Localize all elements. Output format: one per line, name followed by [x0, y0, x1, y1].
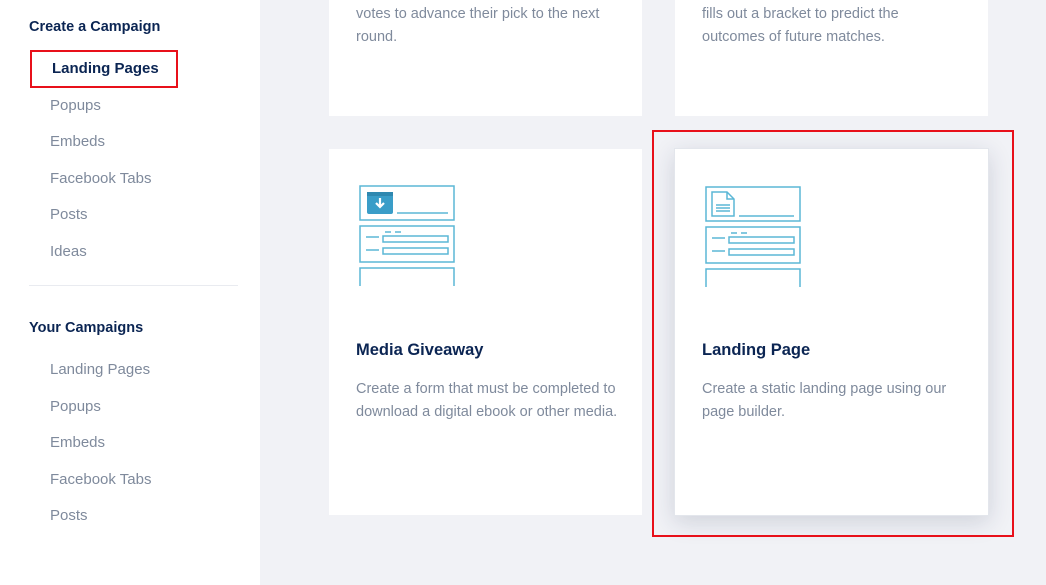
sidebar-item-embeds[interactable]: Embeds [50, 133, 105, 150]
media-giveaway-card[interactable]: Media Giveaway Create a form that must b… [329, 149, 642, 515]
document-form-icon [705, 186, 801, 287]
top-right-card[interactable]: fills out a bracket to predict the outco… [675, 0, 988, 116]
your-item-landing-pages[interactable]: Landing Pages [50, 361, 150, 378]
card-description: votes to advance their pick to the next … [356, 6, 600, 45]
sidebar: Create a Campaign Landing Pages Popups E… [0, 0, 260, 585]
card-title: Landing Page [702, 341, 811, 359]
your-campaigns-title: Your Campaigns [29, 320, 144, 336]
your-item-posts[interactable]: Posts [50, 507, 88, 524]
top-left-card[interactable]: votes to advance their pick to the next … [329, 0, 642, 116]
your-item-embeds[interactable]: Embeds [50, 434, 105, 451]
card-description: Create a static landing page using our p… [702, 381, 947, 420]
create-campaign-title: Create a Campaign [29, 19, 161, 35]
card-description: fills out a bracket to predict the outco… [702, 6, 899, 45]
sidebar-divider [29, 285, 238, 286]
sidebar-item-ideas[interactable]: Ideas [50, 243, 87, 260]
your-item-facebook-tabs[interactable]: Facebook Tabs [50, 471, 151, 488]
sidebar-item-popups[interactable]: Popups [50, 97, 101, 114]
sidebar-item-landing-pages[interactable]: Landing Pages [52, 60, 159, 77]
your-item-popups[interactable]: Popups [50, 398, 101, 415]
sidebar-item-facebook-tabs[interactable]: Facebook Tabs [50, 170, 151, 187]
card-title: Media Giveaway [356, 341, 484, 359]
card-description: Create a form that must be completed to … [356, 381, 618, 420]
landing-page-card[interactable]: Landing Page Create a static landing pag… [674, 148, 989, 516]
sidebar-item-posts[interactable]: Posts [50, 206, 88, 223]
download-form-icon [359, 185, 455, 286]
